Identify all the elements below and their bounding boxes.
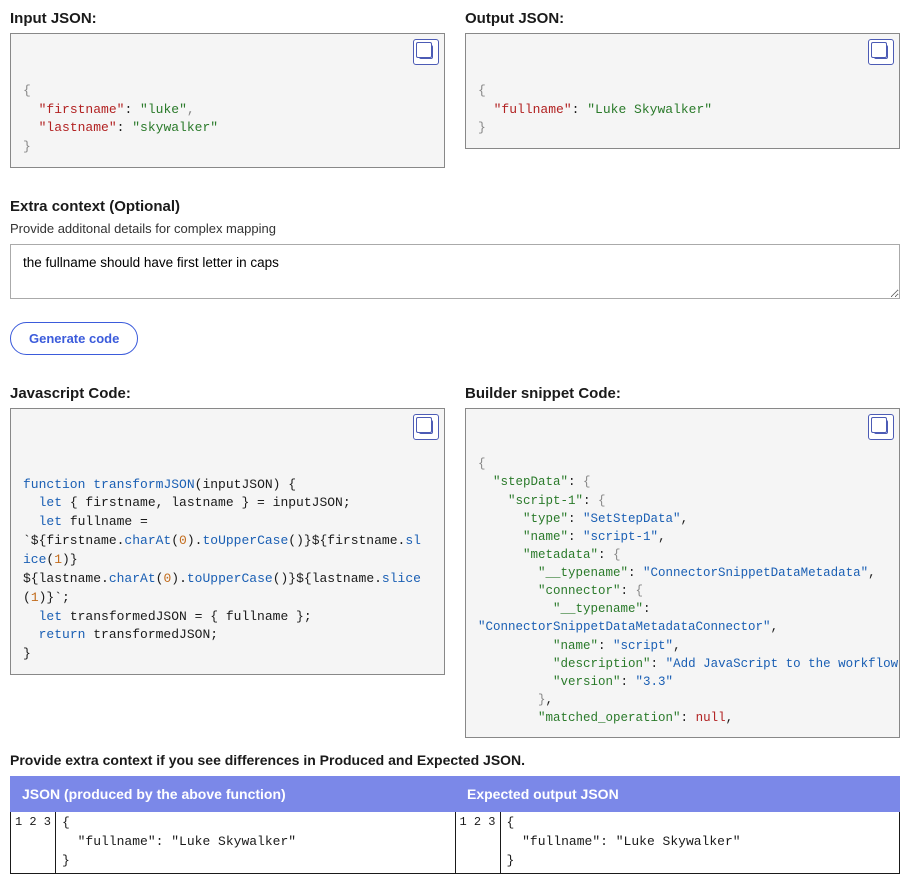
copy-icon [419, 420, 433, 434]
extra-context-sublabel: Provide additonal details for complex ma… [10, 221, 900, 236]
extra-context-input[interactable] [10, 244, 900, 299]
produced-json-content: { "fullname": "Luke Skywalker" } [56, 812, 454, 873]
generate-code-button[interactable]: Generate code [10, 322, 138, 355]
input-json-box: { "firstname": "luke", "lastname": "skyw… [10, 33, 445, 168]
copy-button[interactable] [868, 414, 894, 440]
copy-icon [874, 420, 888, 434]
output-fullname: Luke Skywalker [595, 102, 704, 117]
javascript-code-label: Javascript Code: [10, 385, 445, 402]
copy-button[interactable] [413, 414, 439, 440]
line-gutter: 1 2 3 [11, 812, 56, 873]
extra-context-label: Extra context (Optional) [10, 198, 900, 215]
javascript-code-box: function transformJSON(inputJSON) { let … [10, 408, 445, 675]
input-firstname: luke [148, 102, 179, 117]
expected-json-header: Expected output JSON [455, 776, 900, 812]
input-lastname: skywalker [140, 120, 210, 135]
produced-json-header: JSON (produced by the above function) [10, 776, 455, 812]
output-json-label: Output JSON: [465, 10, 900, 27]
builder-snippet-label: Builder snippet Code: [465, 385, 900, 402]
builder-snippet-box: { "stepData": { "script-1": { "type": "S… [465, 408, 900, 738]
expected-json-content: { "fullname": "Luke Skywalker" } [501, 812, 899, 873]
copy-icon [419, 45, 433, 59]
copy-icon [874, 45, 888, 59]
copy-button[interactable] [413, 39, 439, 65]
copy-button[interactable] [868, 39, 894, 65]
line-gutter: 1 2 3 [456, 812, 501, 873]
input-json-label: Input JSON: [10, 10, 445, 27]
output-json-box: { "fullname": "Luke Skywalker" } [465, 33, 900, 149]
difference-note: Provide extra context if you see differe… [10, 752, 900, 768]
